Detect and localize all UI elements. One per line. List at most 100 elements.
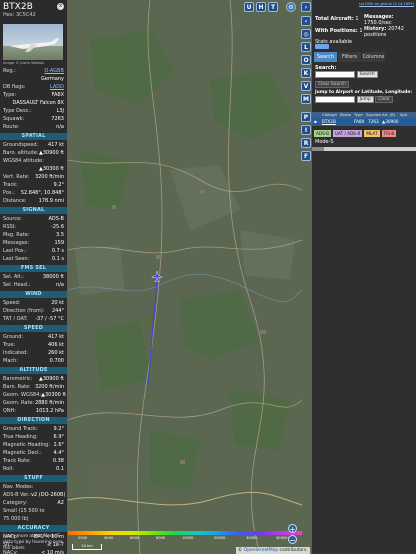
search-input[interactable] xyxy=(315,71,355,78)
row-type: FA8X xyxy=(354,119,365,124)
spatial-row: Distance: 178.9 nmi xyxy=(0,197,67,205)
edge-button-o[interactable]: O xyxy=(301,55,311,65)
fms-value: 38000 ft xyxy=(42,274,64,280)
direction-value: 6.9° xyxy=(53,434,64,440)
altitude-value: 2880 ft/min xyxy=(34,400,64,406)
direction-value: 2.6° xyxy=(53,442,64,448)
reset-view-button[interactable]: ◎ xyxy=(301,29,311,39)
identity-row: Type Desc.: L3J xyxy=(0,107,67,115)
spatial-label: WGS84 altitude: xyxy=(3,158,44,164)
spatial-value: 3200 ft/min xyxy=(34,174,64,180)
close-icon[interactable]: × xyxy=(57,3,64,10)
toggle-t-button[interactable]: T xyxy=(268,2,278,12)
edge-button-f[interactable]: F xyxy=(301,151,311,161)
jump-button[interactable]: Jump xyxy=(356,96,374,103)
alt-tick: 10000 xyxy=(182,536,194,540)
fms-row: Sel. Head.: n/a xyxy=(0,281,67,289)
history-stat: History: 20742 positions xyxy=(364,26,414,38)
jump-label: Jump to Airport or Latitude, Longitude: xyxy=(315,90,412,95)
search-button[interactable]: Search xyxy=(356,71,378,78)
speed-label: True: xyxy=(3,342,16,348)
wind-value: 244° xyxy=(51,308,64,314)
edge-button-r[interactable]: R xyxy=(301,138,311,148)
toggle-h-button[interactable]: H xyxy=(256,2,266,12)
direction-row: Magnetic Decl.: 4.4° xyxy=(0,449,67,457)
altitude-label: Geom. WGS84: xyxy=(3,392,42,398)
identity-label: Type Desc.: xyxy=(3,108,32,114)
edge-button-p[interactable]: P xyxy=(301,112,311,122)
direction-value: 9.2° xyxy=(53,426,64,432)
identity-rows: Reg.: D-AGBB Germany DB flags: LADD Type: FA8X… xyxy=(0,67,67,131)
spatial-row: WGS84 altitude: xyxy=(0,157,67,165)
speed-value: 406 kt xyxy=(48,342,64,348)
osm-link[interactable]: OpenStreetMap xyxy=(244,548,278,553)
clear-search-button[interactable]: Clear Search xyxy=(315,81,349,88)
signal-value: 159 xyxy=(54,240,64,246)
chevron-right-icon: › xyxy=(304,4,308,11)
identity-row: Squawk: 7263 xyxy=(0,115,67,123)
zoom-in-button[interactable]: + xyxy=(288,524,297,534)
identity-label: Squawk: xyxy=(3,116,25,122)
speed-row: Indicated: 260 kt xyxy=(0,349,67,357)
spatial-row: Pos.: 52.848°, 10.848° xyxy=(0,189,67,197)
aircraft-photo[interactable] xyxy=(3,24,63,60)
identity-value[interactable]: LADD xyxy=(50,83,64,91)
aircraft-list-sidebar: tar1090 on github (3.14.1659) Total Airc… xyxy=(312,0,416,554)
jump-input[interactable] xyxy=(315,96,355,103)
signal-label: Last Pos.: xyxy=(3,248,27,254)
version-link[interactable]: tar1090 on github (3.14.1659) xyxy=(359,2,414,6)
section-altitude: ALTITUDE xyxy=(0,367,67,374)
tab-columns[interactable]: Columns xyxy=(362,52,385,62)
spatial-row: Groundspeed: 417 kt xyxy=(0,141,67,149)
scrollbar-thumb[interactable] xyxy=(312,147,324,151)
row-callsign[interactable]: BTX2B xyxy=(320,118,338,126)
altitude-label: Barometric: xyxy=(3,376,33,382)
signal-row: Last Pos.: 0.7 s xyxy=(0,247,67,255)
stuff-label: 75 000 lb) xyxy=(3,516,29,522)
mode-s-hint: Learn more about Mode S data type by hov… xyxy=(3,534,63,551)
settings-button[interactable]: ⚙ xyxy=(286,2,296,12)
edge-button-i[interactable]: I xyxy=(301,125,311,135)
table-row[interactable]: ▪ BTX2B FA8X 7263 ▲30900 xyxy=(312,118,416,126)
signal-value: ADS-B xyxy=(48,216,64,222)
identity-value[interactable]: D-AGBB xyxy=(44,67,64,75)
edge-button-l[interactable]: L xyxy=(301,42,311,52)
legend-mlat: MLAT xyxy=(364,130,380,137)
edge-button-m[interactable]: M xyxy=(301,94,311,104)
identity-row: DASSAULT Falcon 8X xyxy=(0,99,67,107)
edge-toolbar: › ‹ ◎ L O K V M P I R F xyxy=(301,0,312,554)
row-altitude: ▲30900 xyxy=(382,119,399,124)
tab-search[interactable]: Search xyxy=(314,52,337,62)
stats-link[interactable] xyxy=(315,44,329,49)
photo-credit: Image © Justin Watson xyxy=(3,61,45,65)
expand-sidebar-button[interactable]: › xyxy=(301,2,311,12)
attribution-suffix: contributors. xyxy=(278,548,308,553)
direction-label: Magnetic Heading: xyxy=(3,442,50,448)
edge-button-k[interactable]: K xyxy=(301,68,311,78)
horizontal-scrollbar[interactable] xyxy=(312,147,416,151)
section-stuff: STUFF xyxy=(0,475,67,482)
identity-row: Type: FA8X xyxy=(0,91,67,99)
spatial-label: Distance: xyxy=(3,198,27,204)
signal-label: Messages: xyxy=(3,240,30,246)
collapse-sidebar-button[interactable]: ‹ xyxy=(301,16,311,26)
legend-uat: UAT / ADS-R xyxy=(332,130,363,137)
fms-rows: Sel. Alt.: 38000 ft Sel. Head.: n/a xyxy=(0,273,67,289)
row-route xyxy=(338,118,352,126)
wind-rows: Speed: 20 kt Direction (from): 244° TAT / OA… xyxy=(0,299,67,323)
tab-filters[interactable]: Filters xyxy=(338,52,361,62)
minus-icon: − xyxy=(289,536,296,545)
altitude-row: QNH: 1013.2 hPa xyxy=(0,407,67,415)
identity-value: DASSAULT Falcon 8X xyxy=(12,100,65,106)
clear-jump-button[interactable]: Clear xyxy=(375,96,393,103)
spatial-value: ▲30900 ft xyxy=(39,150,64,156)
toggle-u-button[interactable]: U xyxy=(244,2,254,12)
altitude-rows: Barometric: ▲30900 ft Baro. Rate: 3200 ft/m… xyxy=(0,375,67,415)
zoom-out-button[interactable]: − xyxy=(288,535,297,545)
edge-button-v[interactable]: V xyxy=(301,81,311,91)
section-spatial: SPATIAL xyxy=(0,133,67,140)
alt-tick: 6000 xyxy=(130,536,140,540)
signal-row: RSSI: -25.6 xyxy=(0,223,67,231)
altitude-value: ▲30900 ft xyxy=(39,376,64,382)
identity-value: L3J xyxy=(56,108,64,114)
